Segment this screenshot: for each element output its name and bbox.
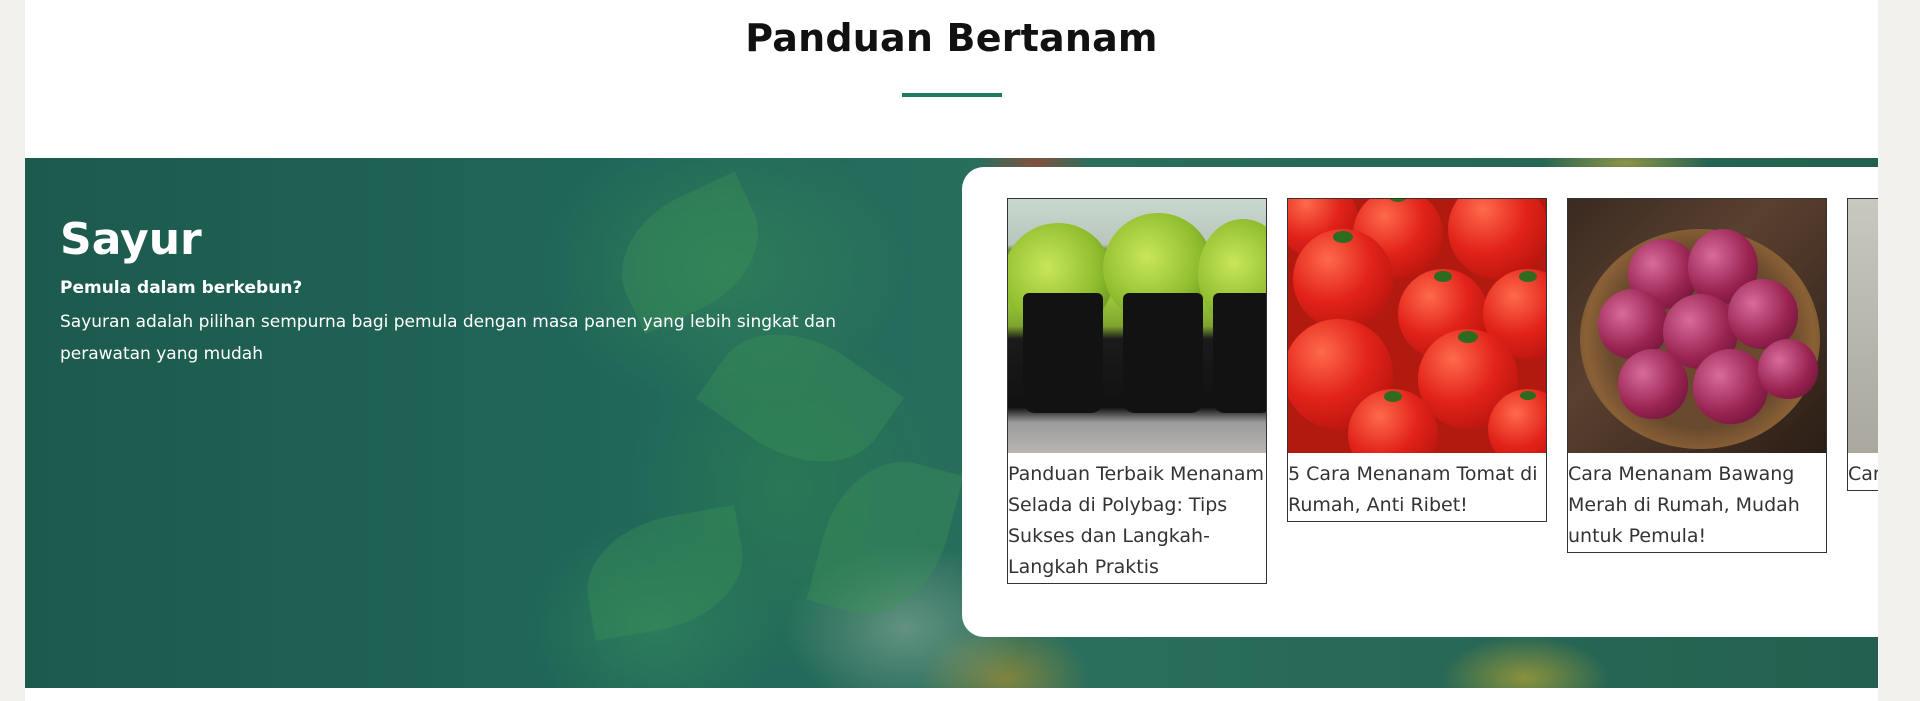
- guide-card[interactable]: Cara Menanam Bawang Merah di Rumah, Muda…: [1567, 198, 1827, 553]
- vegetable-hero-banner: Sayur Pemula dalam berkebun? Sayuran ada…: [25, 158, 1878, 688]
- guide-card-title[interactable]: Cara Menanam Bawang Merah di Rumah, Muda…: [1568, 453, 1826, 552]
- guide-card-title[interactable]: Panduan Terbaik Menanam Selada di Polyba…: [1008, 453, 1266, 583]
- tomato: [1448, 199, 1546, 279]
- onion: [1618, 349, 1688, 419]
- section-title: Panduan Bertanam: [745, 16, 1158, 60]
- guide-card-title[interactable]: 5 Cara Menanam Tomat di Rumah, Anti Ribe…: [1288, 453, 1546, 521]
- onion: [1758, 339, 1818, 399]
- lettuce-polybag-image: [1008, 199, 1266, 453]
- guide-card-title[interactable]: Cara M: [1848, 453, 1878, 490]
- polybag-pot: [1213, 293, 1266, 413]
- guide-cards-carousel[interactable]: Panduan Terbaik Menanam Selada di Polyba…: [962, 167, 1878, 637]
- red-onions-image: [1568, 199, 1826, 453]
- polybag-pot: [1023, 293, 1103, 413]
- polybag-pot: [1123, 293, 1203, 413]
- page: Panduan Bertanam Sayur Pemula dalam berk…: [25, 0, 1878, 701]
- title-underline: [902, 93, 1002, 97]
- onion: [1693, 349, 1768, 424]
- tomato: [1293, 229, 1393, 329]
- guide-card-partial[interactable]: Cara M: [1847, 198, 1878, 491]
- guide-card[interactable]: 5 Cara Menanam Tomat di Rumah, Anti Ribe…: [1287, 198, 1547, 522]
- hero-title: Sayur: [60, 214, 202, 265]
- guide-card[interactable]: Panduan Terbaik Menanam Selada di Polyba…: [1007, 198, 1267, 584]
- hero-subtitle: Pemula dalam berkebun?: [60, 278, 303, 298]
- hero-description: Sayuran adalah pilihan sempurna bagi pem…: [60, 312, 837, 364]
- tomatoes-image: [1288, 199, 1546, 453]
- partial-card-image: [1848, 199, 1878, 453]
